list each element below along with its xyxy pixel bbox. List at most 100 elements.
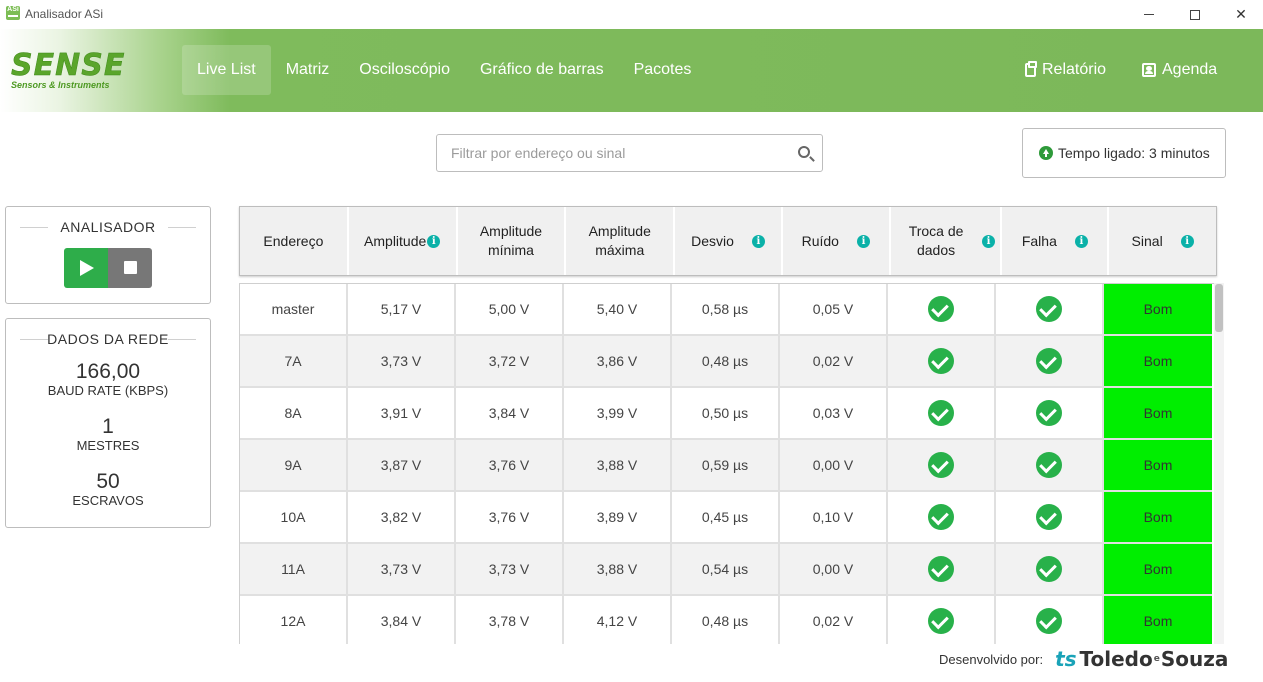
network-title: DADOS DA REDE bbox=[6, 331, 210, 347]
column-header: Desvio i bbox=[675, 207, 783, 275]
tab-pacotes[interactable]: Pacotes bbox=[619, 45, 707, 95]
column-header-label: Amplitude máxima bbox=[588, 223, 651, 258]
cell-deviation: 0,58 µs bbox=[672, 284, 780, 336]
analyzer-panel: ANALISADOR bbox=[5, 206, 211, 304]
tab-matriz[interactable]: Matriz bbox=[271, 45, 345, 95]
check-circle-icon bbox=[1036, 608, 1062, 634]
cell-amp-max: 4,12 V bbox=[564, 596, 672, 644]
live-list-table: master 5,17 V 5,00 V 5,40 V 0,58 µs 0,05 V Bom… bbox=[239, 283, 1214, 644]
cell-fault bbox=[996, 336, 1104, 388]
cell-amp-min: 5,00 V bbox=[456, 284, 564, 336]
info-icon[interactable]: i bbox=[427, 234, 441, 248]
baud-rate-value: 166,00 bbox=[75, 360, 141, 383]
cell-address: 7A bbox=[240, 336, 348, 388]
minimize-button[interactable] bbox=[1126, 0, 1172, 29]
column-header-label: Ruído bbox=[801, 232, 839, 249]
check-circle-icon bbox=[928, 348, 954, 374]
column-header: Amplitude máxima bbox=[566, 207, 676, 275]
cell-fault bbox=[996, 440, 1104, 492]
slaves-label: ESCRAVOS bbox=[72, 493, 144, 508]
cell-signal: Bom bbox=[1104, 492, 1212, 544]
toledo-souza-logo: ts Toledo e Souza bbox=[1055, 647, 1229, 671]
check-circle-icon bbox=[928, 400, 954, 426]
check-circle-icon bbox=[1036, 452, 1062, 478]
check-circle-icon bbox=[1036, 296, 1062, 322]
cell-amplitude: 3,91 V bbox=[348, 388, 456, 440]
masters-value: 1 bbox=[102, 415, 114, 438]
cell-noise: 0,05 V bbox=[780, 284, 888, 336]
sense-logo: SENSE Sensors & Instruments bbox=[11, 48, 126, 90]
cell-address: master bbox=[240, 284, 348, 336]
app-icon: ASi bbox=[6, 6, 20, 20]
column-header: Amplitude mínima bbox=[458, 207, 567, 275]
table-row[interactable]: 10A 3,82 V 3,76 V 3,89 V 0,45 µs 0,10 V Bom bbox=[240, 492, 1214, 544]
cell-amp-min: 3,73 V bbox=[456, 544, 564, 596]
cell-amp-max: 3,88 V bbox=[564, 544, 672, 596]
cell-amplitude: 3,73 V bbox=[348, 336, 456, 388]
maximize-button[interactable] bbox=[1172, 0, 1218, 29]
check-circle-icon bbox=[1036, 400, 1062, 426]
cell-deviation: 0,59 µs bbox=[672, 440, 780, 492]
column-header-label: Desvio bbox=[691, 232, 734, 249]
check-circle-icon bbox=[928, 452, 954, 478]
column-header-label: Endereço bbox=[263, 232, 324, 249]
search-box bbox=[436, 134, 823, 172]
cell-address: 12A bbox=[240, 596, 348, 644]
cell-deviation: 0,48 µs bbox=[672, 336, 780, 388]
search-icon[interactable] bbox=[798, 146, 810, 158]
cell-fault bbox=[996, 388, 1104, 440]
scrollbar-thumb[interactable] bbox=[1215, 284, 1223, 332]
check-circle-icon bbox=[928, 608, 954, 634]
window-title: Analisador ASi bbox=[25, 7, 104, 21]
tab-live-list[interactable]: Live List bbox=[182, 45, 271, 95]
cell-data-exchange bbox=[888, 336, 996, 388]
analyzer-title: ANALISADOR bbox=[6, 219, 210, 235]
check-circle-icon bbox=[928, 556, 954, 582]
column-header-label: Sinal bbox=[1131, 232, 1163, 249]
check-circle-icon bbox=[1036, 348, 1062, 374]
report-button[interactable]: Relatório bbox=[1025, 45, 1106, 95]
agenda-label: Agenda bbox=[1162, 61, 1218, 78]
cell-deviation: 0,54 µs bbox=[672, 544, 780, 596]
souza-text: Souza bbox=[1160, 647, 1229, 671]
window-titlebar: ASi Analisador ASi ✕ bbox=[0, 0, 1263, 29]
info-icon[interactable]: i bbox=[751, 234, 765, 248]
cell-fault bbox=[996, 544, 1104, 596]
logo-brand: SENSE bbox=[11, 48, 126, 83]
table-row[interactable]: 8A 3,91 V 3,84 V 3,99 V 0,50 µs 0,03 V Bom bbox=[240, 388, 1214, 440]
info-icon[interactable]: i bbox=[1180, 234, 1194, 248]
search-input[interactable] bbox=[437, 135, 787, 171]
uptime-indicator: Tempo ligado: 3 minutos bbox=[1022, 128, 1226, 178]
table-row[interactable]: 7A 3,73 V 3,72 V 3,86 V 0,48 µs 0,02 V Bom bbox=[240, 336, 1214, 388]
cell-data-exchange bbox=[888, 284, 996, 336]
arrow-up-circle-icon bbox=[1039, 146, 1053, 160]
cell-amp-max: 3,99 V bbox=[564, 388, 672, 440]
tab-osciloscopio[interactable]: Osciloscópio bbox=[344, 45, 465, 95]
cell-noise: 0,00 V bbox=[780, 440, 888, 492]
table-row[interactable]: 11A 3,73 V 3,73 V 3,88 V 0,54 µs 0,00 V Bom bbox=[240, 544, 1214, 596]
info-icon[interactable]: i bbox=[1074, 234, 1088, 248]
stop-button[interactable] bbox=[108, 248, 152, 288]
cell-noise: 0,00 V bbox=[780, 544, 888, 596]
check-circle-icon bbox=[1036, 556, 1062, 582]
column-header: Troca de dados i bbox=[891, 207, 1003, 275]
column-header-label: Amplitude bbox=[364, 232, 427, 249]
info-icon[interactable]: i bbox=[982, 234, 996, 248]
contact-book-icon bbox=[1142, 63, 1156, 77]
agenda-button[interactable]: Agenda bbox=[1142, 45, 1217, 95]
column-header: Amplitude i bbox=[349, 207, 458, 275]
table-row[interactable]: 12A 3,84 V 3,78 V 4,12 V 0,48 µs 0,02 V Bom bbox=[240, 596, 1214, 644]
cell-address: 11A bbox=[240, 544, 348, 596]
cell-amp-max: 3,89 V bbox=[564, 492, 672, 544]
tab-grafico-de-barras[interactable]: Gráfico de barras bbox=[465, 45, 619, 95]
cell-signal: Bom bbox=[1104, 440, 1212, 492]
table-scrollbar[interactable] bbox=[1214, 283, 1224, 644]
cell-signal: Bom bbox=[1104, 544, 1212, 596]
slaves-value: 50 bbox=[96, 470, 120, 493]
play-button[interactable] bbox=[64, 248, 108, 288]
info-icon[interactable]: i bbox=[856, 234, 870, 248]
close-button[interactable]: ✕ bbox=[1218, 0, 1263, 29]
close-icon: ✕ bbox=[1235, 6, 1247, 22]
table-row[interactable]: master 5,17 V 5,00 V 5,40 V 0,58 µs 0,05 V Bom bbox=[240, 284, 1214, 336]
table-row[interactable]: 9A 3,87 V 3,76 V 3,88 V 0,59 µs 0,00 V Bom bbox=[240, 440, 1214, 492]
